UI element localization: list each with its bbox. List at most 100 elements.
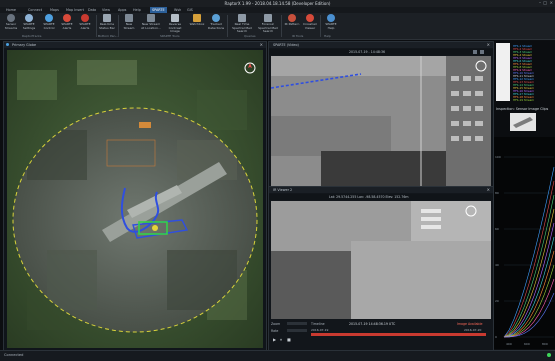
stream-icon [125, 14, 133, 22]
spectrum-chart[interactable]: 100 80 60 40 20 0 400 600 800 [494, 137, 555, 349]
sidebar-title: Inspection: Sensor Image Clips [496, 107, 549, 111]
new-stream-location-button[interactable]: New Stream At Location... [140, 14, 162, 36]
help-icon [327, 14, 335, 22]
realtime-spectral-search-button[interactable]: Real Time Spectral Med Search [229, 14, 255, 36]
menu-item-help[interactable]: Help [133, 8, 141, 12]
search-icon [238, 14, 246, 22]
menu-item-map-insert[interactable]: Map Insert [66, 8, 84, 12]
video-frame[interactable] [271, 56, 491, 191]
y-tick: 60 [495, 227, 499, 231]
play-icon[interactable]: ▶ [273, 337, 276, 342]
ribbon-separator [227, 15, 228, 37]
y-tick: 100 [495, 155, 501, 159]
legend-entry[interactable]: HFS-19 Stream [513, 98, 534, 102]
pin-icon [147, 14, 155, 22]
panel-header: Primary Globe × [4, 42, 266, 48]
reverse-contrast-button[interactable]: Reverse Contrast Image [164, 14, 186, 36]
timeline-start: 2016-07-19 [311, 328, 329, 332]
map-view[interactable] [7, 50, 263, 348]
tracked-detections-button[interactable]: Tracked Detections [206, 14, 226, 36]
image-status: Image Available [457, 322, 483, 326]
legend-swatch-panel [496, 43, 510, 101]
panel-title: IR Viewer 2 [273, 187, 293, 192]
watchbox-icon [193, 14, 201, 22]
target-marker[interactable] [152, 225, 158, 231]
timeline-end: 2016-07-20 [464, 328, 482, 332]
current-timestamp: 2015-07-19 14:48:36.19 UTC [349, 322, 396, 326]
close-icon[interactable]: × [260, 42, 263, 47]
y-tick: 0 [495, 335, 497, 339]
menu-item-view[interactable]: View [102, 8, 110, 12]
timeline-fill [311, 333, 486, 336]
new-stream-button[interactable]: New Stream [120, 14, 138, 36]
menu-item-connect[interactable]: Connect [28, 8, 42, 12]
ribbon-separator [281, 15, 282, 37]
sparte-video-panel: SPARTE (Video) × 2015-07-19 - 14:48:36 [268, 41, 494, 194]
gear-icon [25, 14, 33, 22]
snapshot-icon[interactable] [473, 50, 477, 54]
title-bar: RaptorX 1.99 - 2018.04.18.14.58 (Develop… [0, 0, 555, 7]
x-tick: 400 [506, 342, 512, 346]
sparte-help-button[interactable]: SPARTE Help [322, 14, 340, 36]
ir-frame[interactable] [271, 201, 491, 319]
group-label: Queries [244, 34, 256, 38]
crosshair-viewer-button[interactable]: Crosshair Viewer [301, 14, 319, 36]
maximize-icon[interactable]: □ [543, 0, 547, 5]
tracks-icon [212, 14, 220, 22]
ribbon-separator [320, 15, 321, 37]
alert-icon [81, 14, 89, 22]
video-toolbar: Lat: 29.5744.255 Lon: -98.58.4570 Elev: … [269, 194, 493, 200]
close-icon[interactable]: × [487, 42, 490, 47]
inspection-sidebar: HFS-1 Stream HFS-2 Stream HFS-3 Stream HFS-… [493, 41, 555, 349]
minimize-icon[interactable]: – [539, 0, 541, 5]
menu-item-home[interactable]: Home [6, 8, 16, 12]
status-bar: Connected [0, 350, 555, 361]
panel-title: SPARTE (Video) [273, 42, 299, 47]
ir-pattern-button[interactable]: IR Pattern [283, 14, 301, 36]
x-tick: 600 [524, 342, 530, 346]
menu-item-apps[interactable]: Apps [118, 8, 126, 12]
sensor-streams-button[interactable]: Sensor Streams [2, 14, 20, 36]
panel-header: IR Viewer 2 × [269, 187, 493, 193]
close-icon[interactable]: × [550, 0, 553, 5]
camera-icon [7, 14, 15, 22]
window-title: RaptorX 1.99 - 2018.04.18.14.58 (Develop… [224, 1, 331, 6]
video-timestamp: 2015-07-19 - 14:48:36 [349, 49, 386, 54]
sparte-alerts-2-button[interactable]: SPARTE Alerts [76, 14, 94, 36]
zoom-slider[interactable] [287, 322, 307, 325]
group-label: SPARTE Tools [160, 34, 180, 38]
menu-item-maps[interactable]: Maps [50, 8, 59, 12]
group-label: Bottom Pan... [98, 34, 119, 38]
stop-icon[interactable]: ■ [287, 337, 291, 342]
track-label[interactable] [139, 122, 151, 128]
rate-label: Rate [271, 329, 279, 333]
ir-viewer-panel: IR Viewer 2 × Lat: 29.5744.255 Lon: -98.… [268, 186, 494, 352]
status-icon [103, 14, 111, 22]
crosshair-icon [306, 14, 314, 22]
menu-item-gis[interactable]: GIS [187, 8, 193, 12]
ribbon-toolbar: Sensor Streams SPARTE Settings SPARTE Co… [0, 13, 555, 40]
connection-indicator-icon [547, 353, 551, 357]
close-icon[interactable]: × [487, 187, 490, 192]
sparte-alerts-button[interactable]: SPARTE Alerts [58, 14, 76, 36]
clip-thumbnail[interactable] [510, 113, 536, 131]
rate-slider[interactable] [287, 329, 307, 332]
y-tick: 20 [495, 299, 499, 303]
ribbon-separator [96, 15, 97, 37]
menu-item-wsh[interactable]: Wsh [174, 8, 181, 12]
sparte-settings-button[interactable]: SPARTE Settings [20, 14, 38, 36]
bell-icon [63, 14, 71, 22]
sparte-control-button[interactable]: SPARTE Control [40, 14, 58, 36]
coordinate-readout: Lat: 29.5744.255 Lon: -98.58.4570 Elev: … [329, 194, 409, 199]
watchbox-button[interactable]: Watchbox [188, 14, 206, 36]
status-bar-button[interactable]: Real-time Status Bar [98, 14, 116, 36]
y-tick: 40 [495, 263, 499, 267]
x-tick: 800 [542, 342, 548, 346]
timeline-track[interactable] [311, 333, 486, 336]
settings-icon[interactable] [480, 50, 484, 54]
menu-item-data[interactable]: Data [88, 8, 96, 12]
forensic-spectral-search-button[interactable]: Forensic Spectral Med Search [256, 14, 280, 36]
y-tick: 80 [495, 191, 499, 195]
pause-icon[interactable]: ⏸ [280, 337, 282, 342]
group-label: IR Tools [292, 34, 304, 38]
